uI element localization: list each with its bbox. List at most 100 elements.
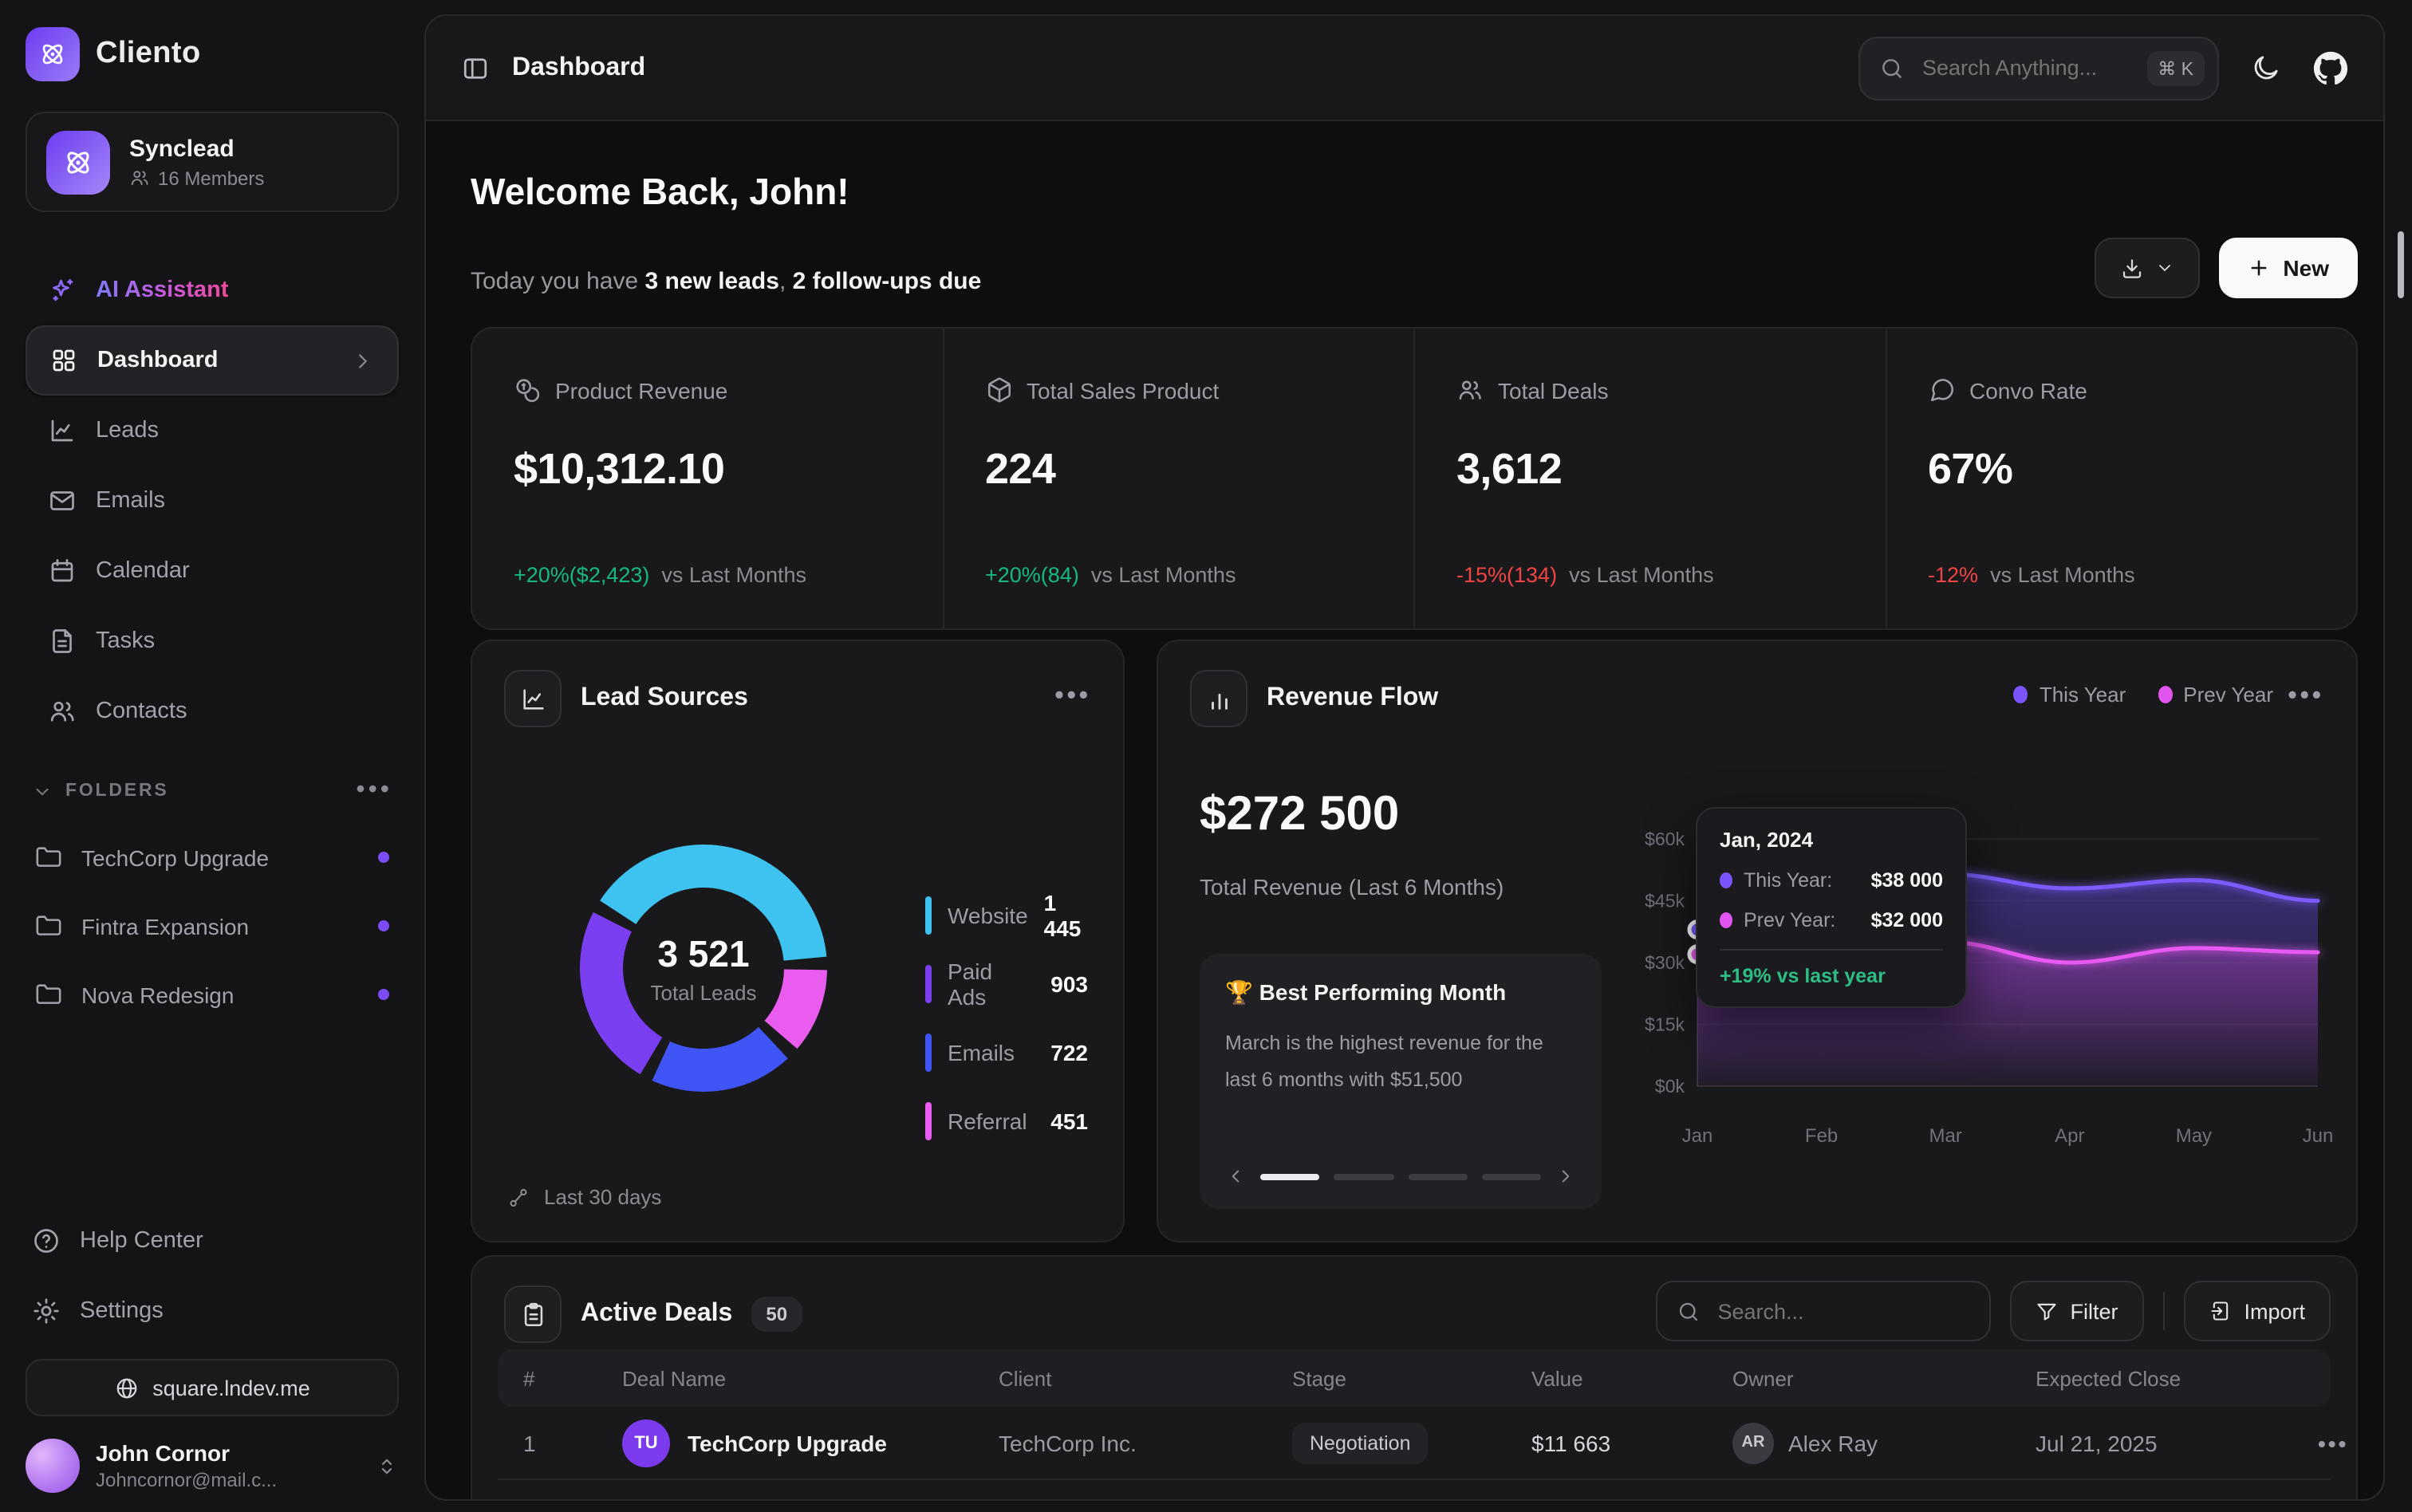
best-month-title: 🏆 Best Performing Month: [1225, 979, 1576, 1006]
sidebar-item-label: Tasks: [96, 628, 155, 654]
best-month-body: March is the highest revenue for the las…: [1225, 1026, 1576, 1097]
message-circle-icon: [1928, 376, 1955, 404]
card-title: Lead Sources: [581, 684, 748, 713]
stat-delta: -12% vs Last Months: [1928, 563, 2135, 587]
sidebar-nav: AI Assistant Dashboard Leads: [26, 255, 399, 1029]
deals-search-input[interactable]: [1714, 1297, 1969, 1325]
filter-button[interactable]: Filter: [2009, 1281, 2143, 1341]
stat-total-deals: Total Deals 3,612 -15%(134) vs Last Mont…: [1413, 329, 1885, 628]
folder-label: Fintra Expansion: [81, 913, 249, 939]
carousel-dash[interactable]: [1334, 1173, 1394, 1179]
settings-label: Settings: [80, 1298, 164, 1324]
domain-link-button[interactable]: square.lndev.me: [26, 1359, 399, 1416]
row-menu-button[interactable]: •••: [2318, 1430, 2348, 1455]
svg-text:$60k: $60k: [1645, 829, 1685, 849]
svg-text:Apr: Apr: [2055, 1125, 2084, 1147]
lead-sources-donut: 3 521 Total Leads: [568, 833, 839, 1104]
workspace-switcher[interactable]: Synclead 16 Members: [26, 112, 399, 212]
folder-item-nova[interactable]: Nova Redesign: [26, 960, 399, 1029]
legend-dot: [2014, 686, 2028, 703]
revenue-flow-menu-button[interactable]: •••: [2288, 683, 2324, 711]
legend-dot: [2158, 686, 2172, 703]
lead-sources-menu-button[interactable]: •••: [1054, 683, 1091, 711]
sidebar-item-label: Dashboard: [97, 348, 219, 373]
stage-cell: Negotiation: [1292, 1422, 1531, 1463]
import-button[interactable]: Import: [2183, 1281, 2331, 1341]
global-search[interactable]: ⌘ K: [1858, 36, 2219, 100]
import-icon: [2209, 1300, 2231, 1322]
row-number: 1: [523, 1430, 622, 1455]
carousel-next-button[interactable]: [1555, 1166, 1576, 1187]
app-window: Cliento Synclead 16 Members: [0, 0, 2412, 1512]
folders-section-header[interactable]: FOLDERS •••: [26, 759, 399, 823]
svg-text:$15k: $15k: [1645, 1014, 1685, 1035]
app-logo: Cliento: [26, 27, 201, 81]
tooltip-delta: +19% vs last year: [1720, 965, 1943, 987]
package-icon: [985, 376, 1012, 404]
moon-icon: [2251, 53, 2281, 83]
bar-chart-icon: [1205, 685, 1232, 712]
folder-item-techcorp[interactable]: TechCorp Upgrade: [26, 823, 399, 892]
chart-line-icon: [519, 685, 546, 712]
revenue-flow-icon-box: [1190, 670, 1247, 727]
stat-delta: -15%(134) vs Last Months: [1456, 563, 1714, 587]
carousel-dash[interactable]: [1482, 1173, 1542, 1179]
workspace-name: Synclead: [129, 135, 264, 162]
table-row[interactable]: 1 TU TechCorp Upgrade TechCorp Inc. Nego…: [498, 1407, 2331, 1480]
users-icon: [1456, 376, 1484, 404]
folder-item-fintra[interactable]: Fintra Expansion: [26, 892, 399, 960]
carousel-prev-button[interactable]: [1225, 1166, 1246, 1187]
stat-label: Total Sales Product: [985, 376, 1413, 404]
folder-status-dot: [378, 989, 389, 1000]
deals-count-badge: 50: [751, 1297, 802, 1332]
carousel-dash-active[interactable]: [1260, 1173, 1320, 1179]
stat-delta: +20%(84) vs Last Months: [985, 563, 1236, 587]
stage-badge: Negotiation: [1292, 1422, 1429, 1463]
help-center-label: Help Center: [80, 1228, 203, 1254]
close-date-cell: Jul 21, 2025: [2036, 1430, 2318, 1455]
legend-swatch: [925, 1033, 932, 1071]
chart-tooltip: Jan, 2024 This Year: $38 000 Prev Year: …: [1696, 807, 1967, 1008]
legend-this-year: This Year: [2014, 683, 2126, 707]
donut-total-value: 3 521: [657, 932, 749, 975]
sidebar-item-label: AI Assistant: [96, 278, 229, 303]
sidebar-item-contacts[interactable]: Contacts: [26, 676, 399, 746]
sidebar-toggle-icon[interactable]: [461, 53, 490, 82]
sidebar-item-dashboard[interactable]: Dashboard: [26, 325, 399, 396]
sidebar-item-leads[interactable]: Leads: [26, 396, 399, 466]
legend-swatch: [925, 1101, 932, 1140]
deals-search[interactable]: [1655, 1281, 1990, 1341]
sidebar-item-tasks[interactable]: Tasks: [26, 606, 399, 676]
sidebar-item-label: Contacts: [96, 699, 187, 724]
user-email: Johncornor@mail.c...: [96, 1469, 277, 1491]
folder-icon: [35, 912, 62, 939]
svg-text:May: May: [2176, 1125, 2212, 1147]
lead-sources-legend: Website 1 445 Paid Ads 903 Emails 722 Re…: [925, 880, 1088, 1155]
sidebar-item-emails[interactable]: Emails: [26, 466, 399, 536]
stat-value: 3,612: [1456, 445, 1885, 494]
sidebar-item-calendar[interactable]: Calendar: [26, 536, 399, 606]
tooltip-dot: [1720, 912, 1732, 928]
folders-menu-button[interactable]: •••: [356, 777, 392, 805]
help-center-item[interactable]: Help Center: [26, 1206, 399, 1276]
import-label: Import: [2244, 1299, 2305, 1323]
user-menu[interactable]: John Cornor Johncornor@mail.c...: [26, 1439, 399, 1493]
github-link[interactable]: [2313, 50, 2348, 85]
revenue-caption: Total Revenue (Last 6 Months): [1200, 874, 1504, 900]
legend-item-paid-ads: Paid Ads 903: [925, 949, 1088, 1018]
grid-icon: [49, 346, 78, 375]
settings-item[interactable]: Settings: [26, 1276, 399, 1346]
folder-icon: [35, 981, 62, 1008]
global-search-input[interactable]: [1919, 54, 2132, 81]
user-name: John Cornor: [96, 1440, 277, 1466]
file-text-icon: [48, 627, 77, 656]
github-icon: [2313, 50, 2348, 85]
theme-toggle-button[interactable]: [2251, 53, 2281, 83]
clipboard-icon: [519, 1301, 546, 1328]
page-title: Dashboard: [512, 53, 645, 82]
scrollbar-thumb[interactable]: [2398, 231, 2404, 298]
sidebar-item-ai-assistant[interactable]: AI Assistant: [26, 255, 399, 325]
new-button[interactable]: New: [2219, 238, 2358, 298]
export-button[interactable]: [2095, 238, 2200, 298]
carousel-dash[interactable]: [1408, 1173, 1468, 1179]
